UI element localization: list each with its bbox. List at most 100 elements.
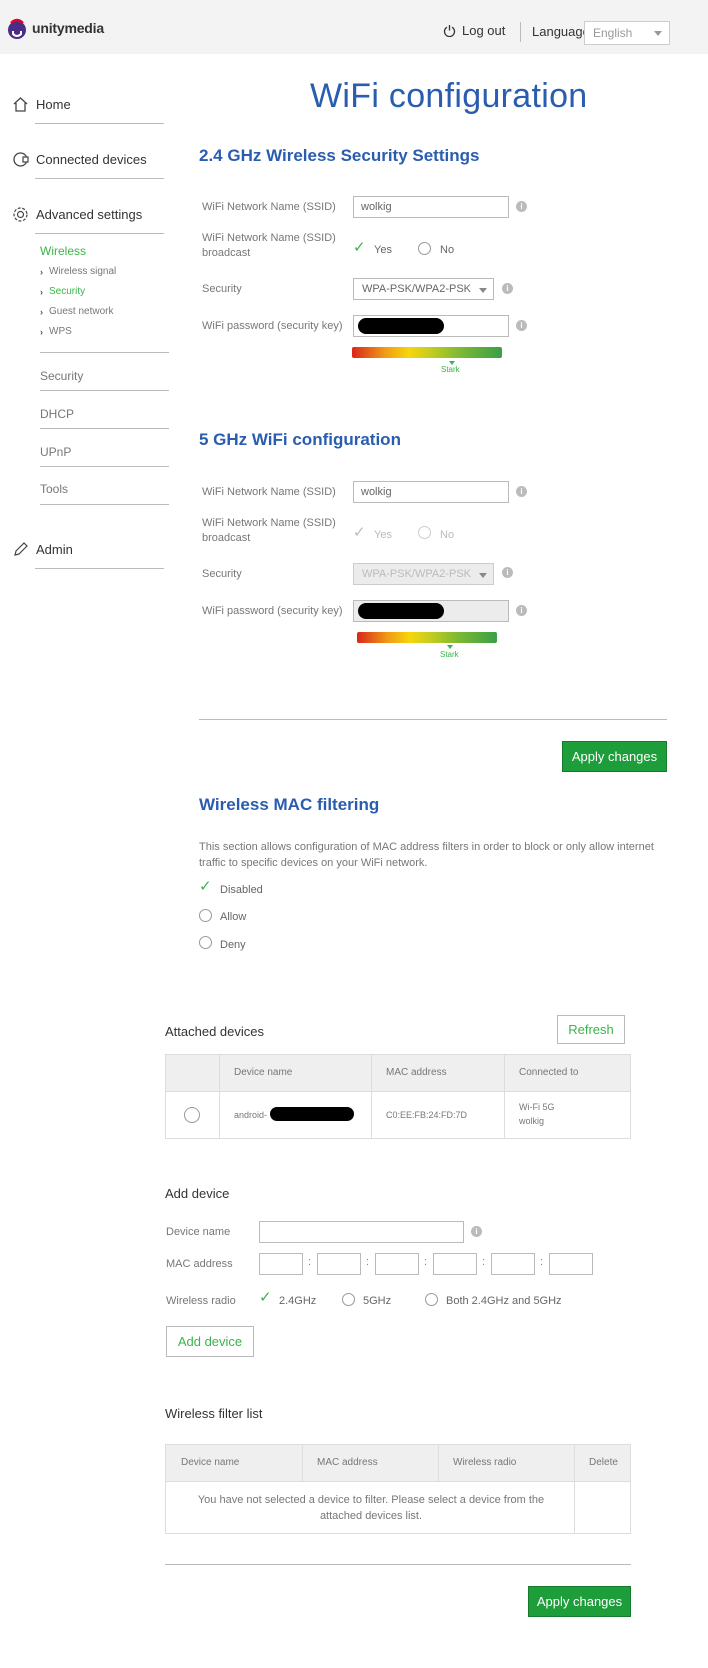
broadcast-label: WiFi Network Name (SSID) broadcast <box>202 232 336 259</box>
chevron-right-icon: › <box>40 286 43 297</box>
sidebar-item-wireless[interactable]: Wireless <box>40 244 86 258</box>
sidebar-item-tools[interactable]: Tools <box>40 482 68 496</box>
ssid-label: WiFi Network Name (SSID) <box>202 201 336 213</box>
column-divider <box>504 1055 505 1138</box>
mac-filter-option-label: Deny <box>220 939 246 951</box>
radio-option-label: 5GHz <box>363 1295 392 1307</box>
column-header: MAC address <box>386 1067 447 1078</box>
column-header: Device name <box>181 1457 240 1468</box>
security-label: Security <box>202 568 242 580</box>
brand-name: unitymedia <box>32 20 104 36</box>
mac-octet-input[interactable] <box>491 1253 535 1275</box>
logout-button[interactable]: Log out <box>443 23 505 38</box>
mac-octet-input[interactable] <box>259 1253 303 1275</box>
broadcast-yes-label: Yes <box>374 529 392 541</box>
column-header: Connected to <box>519 1067 579 1078</box>
sidebar-subitem-wireless-signal[interactable]: › Wireless signal <box>40 266 116 277</box>
mac-separator: : <box>308 1256 312 1268</box>
attached-devices-title: Attached devices <box>165 1024 265 1039</box>
broadcast-no-radio-24ghz[interactable] <box>418 242 431 255</box>
mac-separator: : <box>540 1256 544 1268</box>
sidebar-divider <box>35 178 164 179</box>
radio-both-option[interactable] <box>425 1293 438 1306</box>
info-icon[interactable]: i <box>471 1226 482 1237</box>
radio-option-label: Both 2.4GHz and 5GHz <box>446 1295 562 1307</box>
refresh-button[interactable]: Refresh <box>557 1015 625 1044</box>
info-icon[interactable]: i <box>516 201 527 212</box>
security-select-24ghz[interactable]: WPA-PSK/WPA2-PSK <box>353 278 494 300</box>
mac-filter-disabled-option[interactable]: ✓ <box>199 877 212 895</box>
mac-filter-description: This section allows configuration of MAC… <box>199 841 654 869</box>
broadcast-yes-checkbox-5ghz: ✓ <box>353 524 366 541</box>
sidebar-item-dhcp[interactable]: DHCP <box>40 407 74 421</box>
mac-octet-input[interactable] <box>375 1253 419 1275</box>
header-divider <box>520 22 521 42</box>
info-icon[interactable]: i <box>516 605 527 616</box>
power-icon <box>443 25 456 37</box>
radio-option-label: 2.4GHz <box>279 1295 317 1307</box>
password-redaction <box>358 318 444 334</box>
mac-filter-deny-radio[interactable] <box>199 936 212 949</box>
radio-5ghz-option[interactable] <box>342 1293 355 1306</box>
mac-address-label: MAC address <box>166 1258 233 1270</box>
add-device-button[interactable]: Add device <box>166 1326 254 1357</box>
language-label: Language <box>532 24 590 39</box>
mac-separator: : <box>482 1256 486 1268</box>
sidebar-divider <box>40 352 169 353</box>
language-value: English <box>593 26 633 40</box>
sidebar-item-security[interactable]: Security <box>40 369 83 383</box>
strength-marker <box>447 645 453 649</box>
sidebar-item-admin[interactable]: Admin <box>12 541 73 558</box>
sidebar-item-home[interactable]: Home <box>12 96 71 113</box>
password-label: WiFi password (security key) <box>202 320 343 332</box>
row-divider <box>166 1091 630 1092</box>
broadcast-no-label: No <box>440 529 455 541</box>
password-label: WiFi password (security key) <box>202 605 343 617</box>
device-name-input[interactable] <box>259 1221 464 1243</box>
sidebar-item-advanced-settings[interactable]: Advanced settings <box>12 206 142 223</box>
chevron-right-icon: › <box>40 266 43 277</box>
mac-octet-input[interactable] <box>549 1253 593 1275</box>
chevron-down-icon <box>479 573 487 578</box>
select-device-radio[interactable] <box>184 1107 200 1123</box>
mac-octet-input[interactable] <box>433 1253 477 1275</box>
info-icon[interactable]: i <box>516 486 527 497</box>
sidebar-subitem-security[interactable]: › Security <box>40 286 85 297</box>
section-divider <box>199 719 667 720</box>
ssid-input-24ghz[interactable]: wolkig <box>353 196 509 218</box>
apply-changes-button[interactable]: Apply changes <box>562 741 667 772</box>
sidebar-subitem-guest-network[interactable]: › Guest network <box>40 306 113 317</box>
ssid-input-5ghz[interactable]: wolkig <box>353 481 509 503</box>
sidebar-item-upnp[interactable]: UPnP <box>40 445 71 459</box>
security-select-value: WPA-PSK/WPA2-PSK <box>362 568 472 580</box>
section-title-5ghz: 5 GHz WiFi configuration <box>199 430 401 449</box>
info-icon[interactable]: i <box>502 567 513 578</box>
add-device-title: Add device <box>165 1186 230 1201</box>
broadcast-yes-checkbox-24ghz[interactable]: ✓ <box>353 238 366 256</box>
mac-filter-allow-radio[interactable] <box>199 909 212 922</box>
sidebar-divider <box>35 233 164 234</box>
mac-octet-input[interactable] <box>317 1253 361 1275</box>
device-name-label: Device name <box>166 1226 231 1238</box>
sidebar-subitem-wps[interactable]: › WPS <box>40 326 72 337</box>
sidebar-subitem-label: Guest network <box>49 306 114 317</box>
connected-to-cell: Wi-Fi 5G wolkig <box>519 1102 555 1126</box>
column-header: Wireless radio <box>453 1457 517 1468</box>
info-icon[interactable]: i <box>516 320 527 331</box>
gear-icon <box>13 207 28 222</box>
sidebar-item-label: Connected devices <box>36 152 147 167</box>
broadcast-label: WiFi Network Name (SSID) broadcast <box>202 517 336 544</box>
broadcast-yes-label: Yes <box>374 244 392 256</box>
language-select[interactable]: English <box>584 21 670 45</box>
ssid-label: WiFi Network Name (SSID) <box>202 486 336 498</box>
info-icon[interactable]: i <box>502 283 513 294</box>
column-header: MAC address <box>317 1457 378 1468</box>
chevron-right-icon: › <box>40 306 43 317</box>
chevron-right-icon: › <box>40 326 43 337</box>
sidebar-item-connected-devices[interactable]: Connected devices <box>12 151 147 168</box>
broadcast-no-radio-5ghz <box>418 526 431 539</box>
apply-changes-button-bottom[interactable]: Apply changes <box>528 1586 631 1617</box>
broadcast-no-label: No <box>440 244 455 256</box>
chevron-down-icon <box>654 31 662 36</box>
radio-24ghz-option[interactable]: ✓ <box>259 1288 272 1306</box>
